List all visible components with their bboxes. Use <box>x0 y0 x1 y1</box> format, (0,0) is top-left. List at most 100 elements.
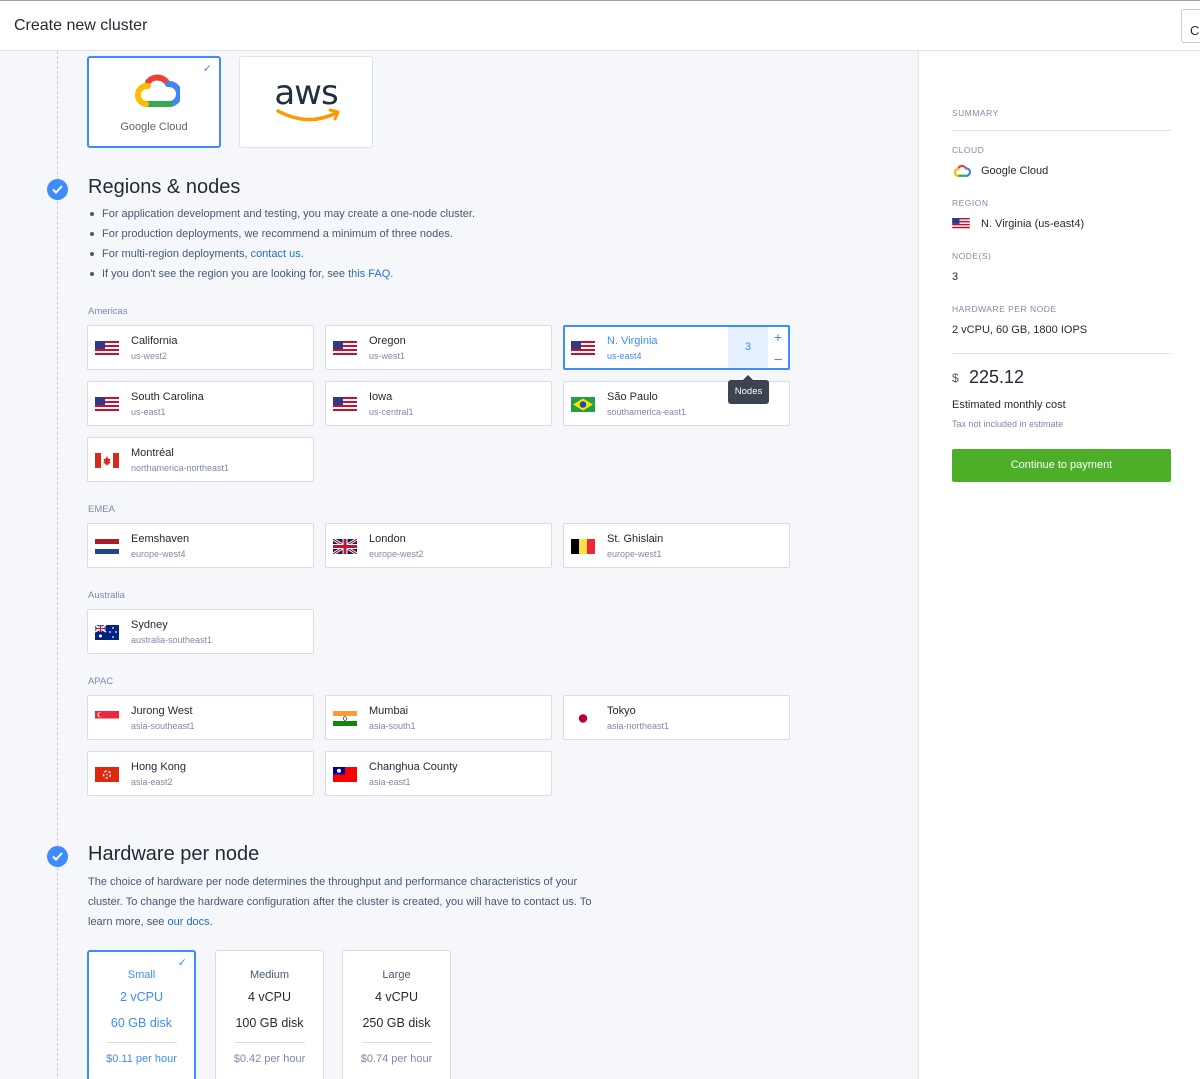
cancel-button[interactable]: Cancel <box>1181 9 1200 43</box>
top-header: Create new cluster Cancel <box>0 0 1200 51</box>
brazil-flag-icon <box>571 397 595 412</box>
region-card-jurong-west[interactable]: Jurong West asia-southeast1 <box>87 695 314 740</box>
region-group-americas: Americas <box>88 306 128 317</box>
us-flag-icon <box>333 397 357 412</box>
main-content: ✓ Google Cloud aws Regions & nodes For a… <box>0 51 918 1079</box>
region-code: northamerica-northeast1 <box>131 463 230 473</box>
australia-flag-icon <box>95 625 119 640</box>
region-card-california[interactable]: California us-west2 <box>87 325 314 370</box>
hardware-cpu: 4 vCPU <box>374 990 419 1004</box>
india-flag-icon <box>333 711 357 726</box>
decrement-nodes-button[interactable]: – <box>768 348 788 368</box>
list-item: For application development and testing,… <box>88 204 648 224</box>
hardware-option-small[interactable]: ✓ Small 2 vCPU 60 GB disk $0.11 per hour <box>87 950 196 1079</box>
step-complete-icon <box>47 179 68 200</box>
cloud-option-aws[interactable]: aws <box>239 56 373 148</box>
summary-heading: SUMMARY <box>952 108 999 118</box>
uk-flag-icon <box>333 539 357 554</box>
region-card-tokyo[interactable]: Tokyo asia-northeast1 <box>563 695 790 740</box>
check-icon: ✓ <box>202 63 212 75</box>
nodes-tooltip: Nodes <box>728 375 769 404</box>
region-name: Hong Kong <box>131 761 187 773</box>
region-name: Changhua County <box>369 761 458 773</box>
contact-us-link[interactable]: contact us <box>251 248 301 260</box>
region-card-london[interactable]: London europe-west2 <box>325 523 552 568</box>
google-cloud-icon <box>135 74 180 107</box>
list-item: For multi-region deployments, contact us… <box>88 244 648 264</box>
region-code: australia-southeast1 <box>131 635 213 645</box>
region-name: Montréal <box>131 447 174 459</box>
region-name: Tokyo <box>607 705 636 717</box>
hardware-name: Large <box>382 969 411 981</box>
region-code: asia-southeast1 <box>131 721 195 731</box>
region-name: South Carolina <box>131 391 204 403</box>
hong-kong-flag-icon <box>95 767 119 782</box>
continue-to-payment-button[interactable]: Continue to payment <box>952 449 1171 482</box>
increment-nodes-button[interactable]: + <box>768 327 788 347</box>
region-card-montreal[interactable]: Montréal northamerica-northeast1 <box>87 437 314 482</box>
region-code: us-east4 <box>607 351 642 361</box>
summary-region-label: REGION <box>952 198 989 208</box>
step-complete-icon <box>47 846 68 867</box>
node-count-value[interactable]: 3 <box>728 327 768 368</box>
hardware-price: $0.11 per hour <box>106 1053 177 1065</box>
us-flag-icon <box>95 341 119 356</box>
us-flag-icon <box>95 397 119 412</box>
aws-smile-icon <box>276 108 340 122</box>
canada-flag-icon <box>95 453 119 468</box>
region-card-iowa[interactable]: Iowa us-central1 <box>325 381 552 426</box>
region-card-eemshaven[interactable]: Eemshaven europe-west4 <box>87 523 314 568</box>
summary-hardware-value: 2 vCPU, 60 GB, 1800 IOPS <box>952 324 1088 336</box>
hardware-price: $0.42 per hour <box>233 1053 306 1065</box>
cloud-option-label: Google Cloud <box>120 121 188 133</box>
taiwan-flag-icon <box>333 767 357 782</box>
us-flag-icon <box>333 341 357 356</box>
divider <box>362 1042 432 1043</box>
region-card-south-carolina[interactable]: South Carolina us-east1 <box>87 381 314 426</box>
currency-symbol: $ <box>952 371 959 385</box>
summary-nodes-label: NODE(S) <box>952 251 992 261</box>
region-code: europe-west2 <box>369 549 424 559</box>
hardware-option-large[interactable]: Large 4 vCPU 250 GB disk $0.74 per hour <box>342 950 451 1079</box>
region-card-changhua-county[interactable]: Changhua County asia-east1 <box>325 751 552 796</box>
hardware-description: The choice of hardware per node determin… <box>88 876 592 928</box>
region-card-st-ghislain[interactable]: St. Ghislain europe-west1 <box>563 523 790 568</box>
region-card-n-virginia[interactable]: N. Virginia us-east4 3 + – <box>563 325 790 370</box>
summary-cloud-label: CLOUD <box>952 145 985 155</box>
region-name: Iowa <box>369 391 393 403</box>
region-name: Sydney <box>131 619 168 631</box>
check-icon: ✓ <box>177 957 187 969</box>
region-card-hong-kong[interactable]: Hong Kong asia-east2 <box>87 751 314 796</box>
region-code: europe-west1 <box>607 549 662 559</box>
us-flag-icon <box>571 341 595 356</box>
region-code: asia-east1 <box>369 777 411 787</box>
region-code: southamerica-east1 <box>607 407 687 417</box>
divider <box>107 1042 177 1043</box>
region-code: us-west2 <box>131 351 168 361</box>
region-name: Mumbai <box>369 705 409 717</box>
region-card-mumbai[interactable]: Mumbai asia-south1 <box>325 695 552 740</box>
region-card-sydney[interactable]: Sydney australia-southeast1 <box>87 609 314 654</box>
list-item: For production deployments, we recommend… <box>88 224 648 244</box>
region-name: São Paulo <box>607 391 658 403</box>
region-code: asia-northeast1 <box>607 721 670 731</box>
faq-link[interactable]: this FAQ <box>348 268 390 280</box>
docs-link[interactable]: our docs <box>167 916 209 928</box>
region-name: N. Virginia <box>607 335 658 347</box>
cloud-option-google[interactable]: ✓ Google Cloud <box>87 56 221 148</box>
hardware-disk: 60 GB disk <box>110 1016 173 1030</box>
region-code: us-central1 <box>369 407 414 417</box>
region-name: Jurong West <box>131 705 193 717</box>
region-group-apac: APAC <box>88 676 114 687</box>
summary-panel: SUMMARY CLOUD Google Cloud REGION N. Vir… <box>918 51 1200 1079</box>
hardware-cpu: 4 vCPU <box>247 990 292 1004</box>
summary-cloud-value: Google Cloud <box>981 165 1049 177</box>
hardware-price: $0.74 per hour <box>360 1053 433 1065</box>
summary-hardware-label: HARDWARE PER NODE <box>952 304 1057 314</box>
region-code: asia-east2 <box>131 777 173 787</box>
monthly-cost-label: Estimated monthly cost <box>952 399 1066 411</box>
hardware-section-title: Hardware per node <box>88 843 260 865</box>
hardware-option-medium[interactable]: Medium 4 vCPU 100 GB disk $0.42 per hour <box>215 950 324 1079</box>
progress-rail <box>57 51 58 1079</box>
region-card-oregon[interactable]: Oregon us-west1 <box>325 325 552 370</box>
